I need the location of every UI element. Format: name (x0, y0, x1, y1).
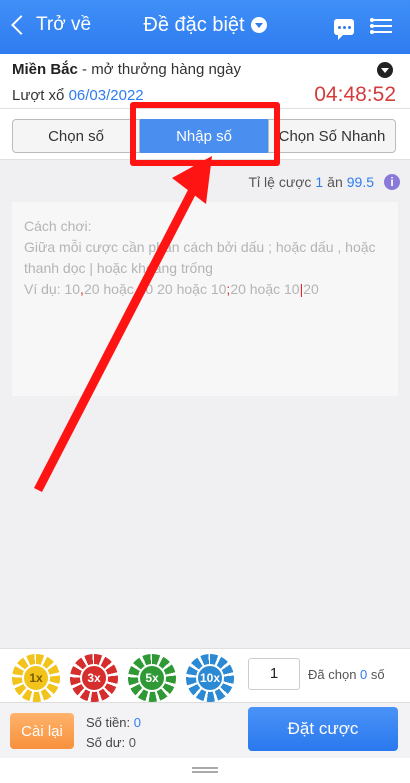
quantity-input[interactable]: 1 (248, 658, 300, 690)
region-dropdown-icon[interactable] (377, 62, 393, 78)
chip-3x[interactable]: 3x (70, 654, 118, 702)
reset-button[interactable]: Cài lại (10, 713, 74, 749)
odds-payout: 99.5 (346, 174, 374, 190)
draw-label: Lượt xổ (12, 87, 69, 104)
number-input-area[interactable]: Cách chơi: Giữa mỗi cược cần phân cách b… (12, 202, 398, 396)
chevron-down-icon (250, 16, 267, 33)
page-title: Đề đặc biệt (143, 14, 245, 36)
odds-amount: 1 (315, 174, 324, 190)
menu-icon[interactable] (370, 18, 392, 34)
lottery-info: Miền Bắc - mở thưởng hàng ngày Lượt xổ 0… (0, 54, 410, 108)
amount-label: Số tiền: (86, 715, 131, 730)
place-bet-button[interactable]: Đặt cược (248, 707, 398, 751)
odds-prefix: Tỉ lệ cược (248, 174, 312, 190)
chat-icon[interactable] (334, 19, 354, 40)
money-summary: Số tiền: 0 Số dư: 0 (86, 713, 141, 753)
help-icon[interactable]: i (384, 174, 400, 190)
bet-footer: Cài lại Số tiền: 0 Số dư: 0 Đặt cược (0, 702, 410, 758)
instructions-title: Cách chơi: (24, 218, 92, 234)
countdown-timer: 04:48:52 (314, 83, 396, 106)
chip-1x[interactable]: 1x (12, 654, 60, 702)
region-desc: - mở thưởng hàng ngày (77, 61, 241, 78)
instructions-example: Ví dụ: 10,20 hoặc 10 20 hoặc 10;20 hoặc … (24, 281, 319, 297)
highlight-box (130, 102, 280, 166)
home-indicator[interactable] (0, 758, 410, 783)
balance-label: Số dư: (86, 735, 126, 750)
amount-value: 0 (133, 715, 141, 730)
tab-quick-pick[interactable]: Chọn Số Nhanh (268, 119, 396, 153)
odds-info: Tỉ lệ cược 1 ăn 99.5 i (248, 174, 400, 190)
region-selector[interactable]: Miền Bắc - mở thưởng hàng ngày (12, 61, 241, 78)
chip-5x[interactable]: 5x (128, 654, 176, 702)
odds-mid: ăn (327, 174, 343, 190)
chosen-count: Đã chọn 0 số (308, 667, 385, 682)
draw-info: Lượt xổ 06/03/2022 (12, 87, 144, 104)
region-name: Miền Bắc (12, 61, 78, 78)
instructions-text: Giữa mỗi cược cần phân cách bởi dấu ; ho… (24, 239, 376, 276)
top-bar: Trở về Đề đặc biệt (0, 0, 410, 54)
tab-choose-number[interactable]: Chọn số (12, 119, 140, 153)
chip-10x[interactable]: 10x (186, 654, 234, 702)
balance-value: 0 (128, 735, 136, 750)
